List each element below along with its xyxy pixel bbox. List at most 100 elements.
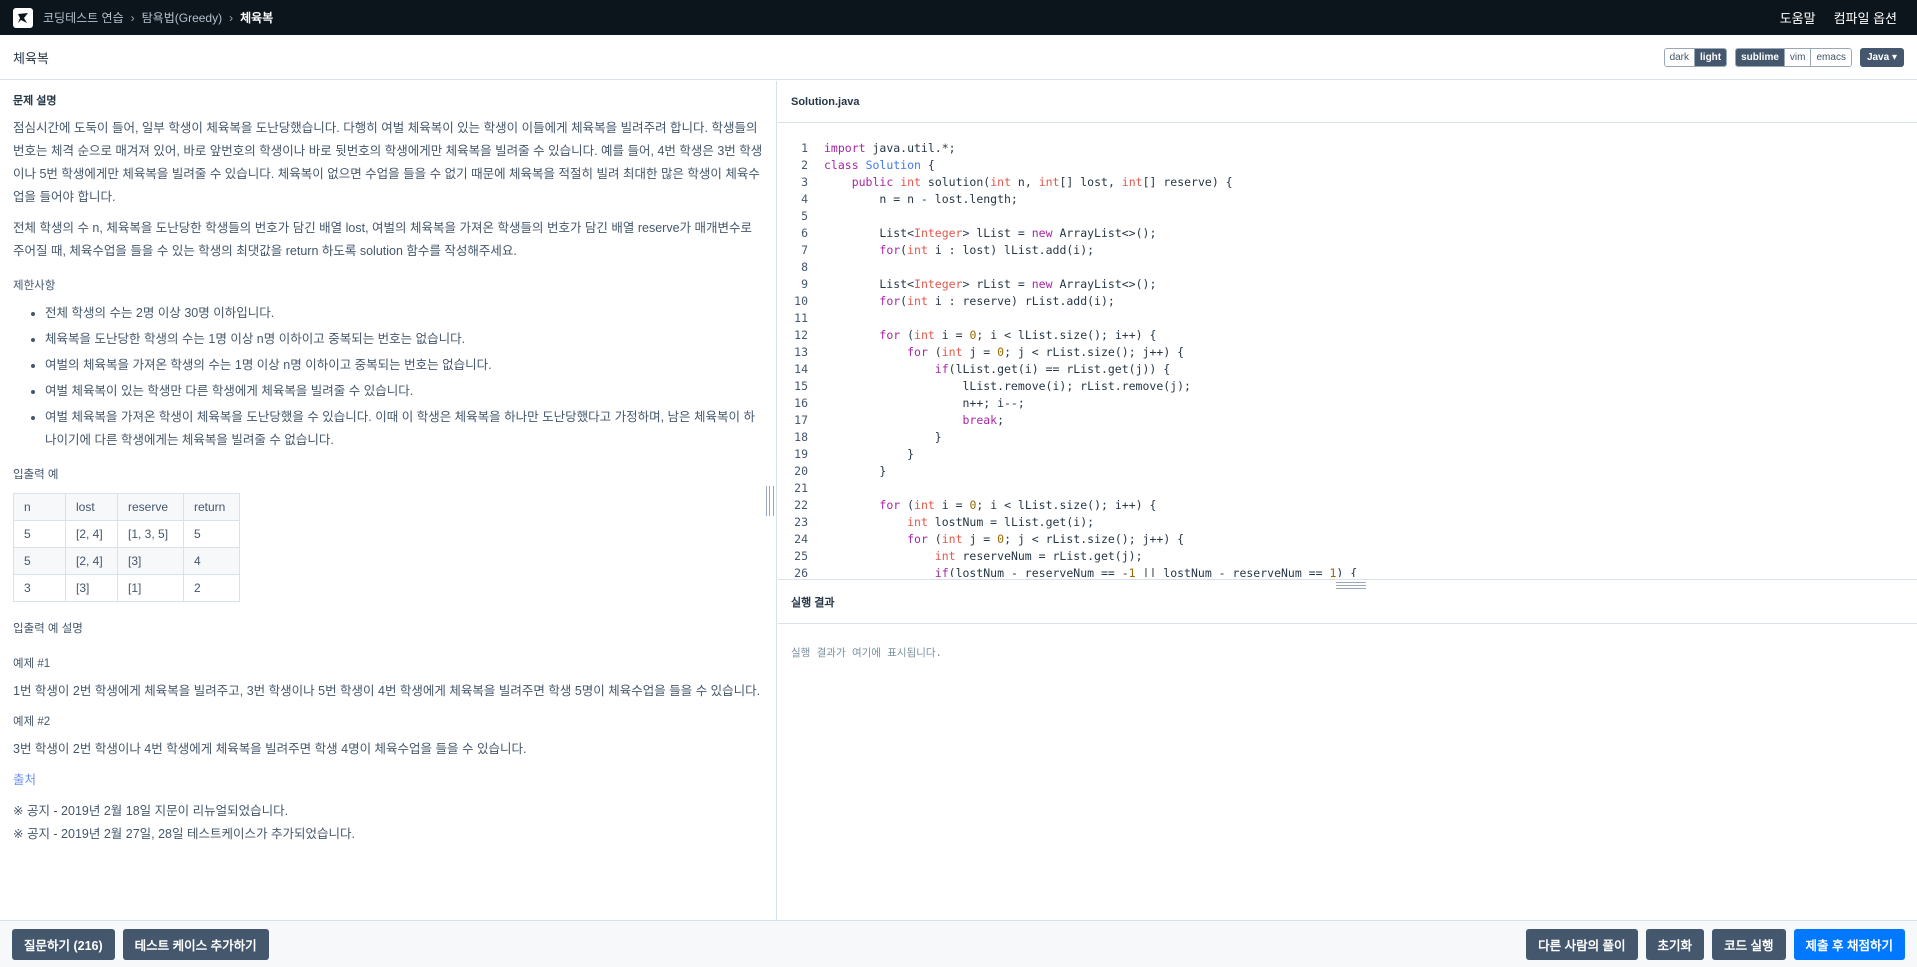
line-number: 6 xyxy=(801,226,808,240)
code-line[interactable]: 10 for(int i : reserve) rList.add(i); xyxy=(778,293,1917,310)
add-testcase-button[interactable]: 테스트 케이스 추가하기 xyxy=(122,928,269,960)
line-number: 11 xyxy=(794,311,808,325)
theme-dark-button[interactable]: dark xyxy=(1664,48,1695,66)
section-title-description: 문제 설명 xyxy=(13,95,57,107)
code-line[interactable]: 18 } xyxy=(778,429,1917,446)
table-cell: [1, 3, 5] xyxy=(117,520,184,548)
table-cell: 2 xyxy=(183,574,240,602)
code-line[interactable]: 17 break; xyxy=(778,412,1917,429)
code-text[interactable]: for (int i = 0; i < lList.size(); i++) { xyxy=(824,327,1156,344)
compile-options-link[interactable]: 컴파일 옵션 xyxy=(1834,8,1897,27)
line-number: 5 xyxy=(801,209,808,223)
result-output: 실행 결과가 여기에 표시됩니다. xyxy=(791,647,942,659)
submit-button[interactable]: 제출 후 채점하기 xyxy=(1793,928,1905,960)
code-text[interactable]: List<Integer> rList = new ArrayList<>(); xyxy=(824,276,1156,293)
code-line[interactable]: 11 xyxy=(778,310,1917,327)
code-text[interactable]: for(int i : lost) lList.add(i); xyxy=(824,242,1094,259)
breadcrumb-item-coding-test[interactable]: 코딩테스트 연습 xyxy=(43,9,124,26)
code-text[interactable]: for (int j = 0; j < rList.size(); j++) { xyxy=(824,531,1184,548)
keymap-sublime-button[interactable]: sublime xyxy=(1736,48,1784,66)
code-text[interactable]: break; xyxy=(824,412,1004,429)
code-text[interactable]: for (int j = 0; j < rList.size(); j++) { xyxy=(824,344,1184,361)
code-text[interactable]: n = n - lost.length; xyxy=(824,191,1018,208)
io-description-title: 입출력 예 설명 xyxy=(13,623,83,635)
language-label: Java xyxy=(1866,51,1890,63)
keymap-toggle: sublime vim emacs xyxy=(1735,47,1852,67)
constraints-list: 전체 학생의 수는 2명 이상 30명 이하입니다. 체육복을 도난당한 학생의… xyxy=(45,302,763,452)
code-line[interactable]: 8 xyxy=(778,259,1917,276)
editor-header: Solution.java xyxy=(778,81,1917,123)
io-example-table: n lost reserve return 5 [2, 4] [1, 3, 5]… xyxy=(13,493,240,602)
code-line[interactable]: 20 } xyxy=(778,463,1917,480)
code-line[interactable]: 2 class Solution { xyxy=(778,157,1917,174)
reset-button[interactable]: 초기화 xyxy=(1645,928,1705,960)
code-text[interactable]: } xyxy=(824,446,914,463)
code-text[interactable]: for (int i = 0; i < lList.size(); i++) { xyxy=(824,497,1156,514)
table-cell: 4 xyxy=(183,547,240,575)
breadcrumb-item-greedy[interactable]: 탐욕법(Greedy) xyxy=(142,9,222,26)
run-code-button[interactable]: 코드 실행 xyxy=(1712,928,1786,960)
vertical-resize-handle[interactable] xyxy=(766,486,774,516)
code-line[interactable]: 4 n = n - lost.length; xyxy=(778,191,1917,208)
line-number: 10 xyxy=(794,294,808,308)
language-dropdown[interactable]: Java ▾ xyxy=(1859,47,1904,67)
code-text[interactable]: if(lList.get(i) == rList.get(j)) { xyxy=(824,361,1170,378)
keymap-vim-button[interactable]: vim xyxy=(1783,48,1811,66)
code-text[interactable]: } xyxy=(824,429,942,446)
line-number: 23 xyxy=(794,515,808,529)
example-1-text: 1번 학생이 2번 학생에게 체육복을 빌려주고, 3번 학생이나 5번 학생이… xyxy=(13,684,761,698)
code-text[interactable]: class Solution { xyxy=(824,157,935,174)
code-line[interactable]: 6 List<Integer> lList = new ArrayList<>(… xyxy=(778,225,1917,242)
code-text[interactable]: } xyxy=(824,463,886,480)
horizontal-resize-handle[interactable] xyxy=(1336,582,1366,589)
table-cell: [3] xyxy=(65,574,118,602)
line-number: 22 xyxy=(794,498,808,512)
constraint-item: 전체 학생의 수는 2명 이상 30명 이하입니다. xyxy=(45,302,763,325)
code-text[interactable]: public int solution(int n, int[] lost, i… xyxy=(824,174,1233,191)
constraint-item: 여벌 체육복이 있는 학생만 다른 학생에게 체육복을 빌려줄 수 있습니다. xyxy=(45,380,763,403)
line-number: 24 xyxy=(794,532,808,546)
code-line[interactable]: 3 public int solution(int n, int[] lost,… xyxy=(778,174,1917,191)
code-line[interactable]: 5 xyxy=(778,208,1917,225)
code-line[interactable]: 15 lList.remove(i); rList.remove(j); xyxy=(778,378,1917,395)
code-text[interactable]: lList.remove(i); rList.remove(j); xyxy=(824,378,1190,395)
code-text[interactable]: n++; i--; xyxy=(824,395,1024,412)
description-paragraph: 전체 학생의 수 n, 체육복을 도난당한 학생들의 번호가 담긴 배열 los… xyxy=(13,221,753,258)
code-line[interactable]: 23 int lostNum = lList.get(i); xyxy=(778,514,1917,531)
table-row: 5 [2, 4] [3] 4 xyxy=(13,547,240,575)
code-text[interactable]: for(int i : reserve) rList.add(i); xyxy=(824,293,1114,310)
ask-question-button[interactable]: 질문하기 (216) xyxy=(12,928,115,960)
code-line[interactable]: 26 if(lostNum - reserveNum == -1 || lost… xyxy=(778,565,1917,577)
code-text[interactable]: int lostNum = lList.get(i); xyxy=(824,514,1094,531)
caret-down-icon: ▾ xyxy=(1891,51,1897,63)
code-line[interactable]: 14 if(lList.get(i) == rList.get(j)) { xyxy=(778,361,1917,378)
code-text[interactable]: if(lostNum - reserveNum == -1 || lostNum… xyxy=(824,565,1357,577)
line-number: 8 xyxy=(801,260,808,274)
code-line[interactable]: 19 } xyxy=(778,446,1917,463)
source-link[interactable]: 출처 xyxy=(13,769,763,792)
code-text[interactable]: int reserveNum = rList.get(j); xyxy=(824,548,1143,565)
table-header-cell: lost xyxy=(65,493,118,521)
theme-light-button[interactable]: light xyxy=(1694,48,1727,66)
constraint-item: 여벌의 체육복을 가져온 학생의 수는 1명 이상 n명 이하이고 중복되는 번… xyxy=(45,354,763,377)
table-header-cell: return xyxy=(183,493,240,521)
programmers-logo-icon[interactable] xyxy=(13,7,33,28)
code-line[interactable]: 22 for (int i = 0; i < lList.size(); i++… xyxy=(778,497,1917,514)
code-text[interactable]: List<Integer> lList = new ArrayList<>(); xyxy=(824,225,1156,242)
code-line[interactable]: 16 n++; i--; xyxy=(778,395,1917,412)
code-line[interactable]: 12 for (int i = 0; i < lList.size(); i++… xyxy=(778,327,1917,344)
code-editor[interactable]: 1 import java.util.*; 2 class Solution {3 p… xyxy=(778,140,1917,577)
code-text[interactable]: import java.util.*; xyxy=(824,140,956,157)
code-line[interactable]: 21 xyxy=(778,480,1917,497)
line-number: 21 xyxy=(794,481,808,495)
line-number: 19 xyxy=(794,447,808,461)
code-line[interactable]: 24 for (int j = 0; j < rList.size(); j++… xyxy=(778,531,1917,548)
code-line[interactable]: 9 List<Integer> rList = new ArrayList<>(… xyxy=(778,276,1917,293)
code-line[interactable]: 13 for (int j = 0; j < rList.size(); j++… xyxy=(778,344,1917,361)
code-line[interactable]: 25 int reserveNum = rList.get(j); xyxy=(778,548,1917,565)
help-link[interactable]: 도움말 xyxy=(1780,8,1816,27)
others-solutions-button[interactable]: 다른 사람의 풀이 xyxy=(1526,928,1638,960)
code-line[interactable]: 7 for(int i : lost) lList.add(i); xyxy=(778,242,1917,259)
keymap-emacs-button[interactable]: emacs xyxy=(1810,48,1851,66)
code-line[interactable]: 1 import java.util.*; xyxy=(778,140,1917,157)
